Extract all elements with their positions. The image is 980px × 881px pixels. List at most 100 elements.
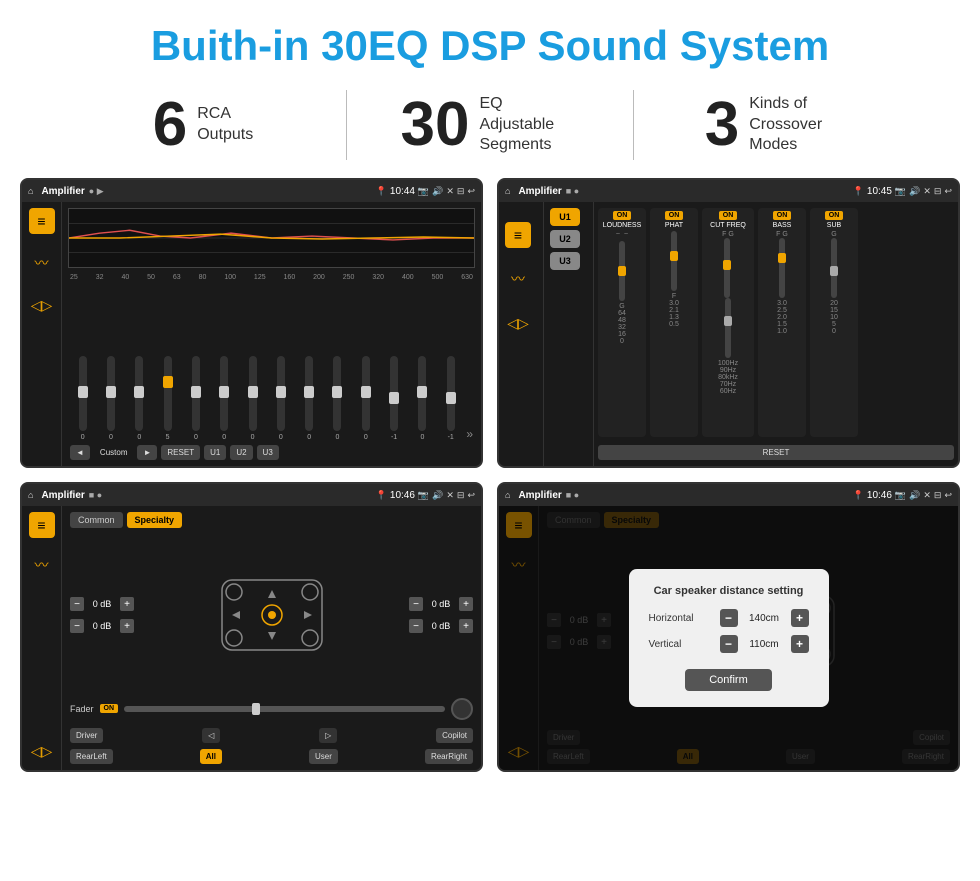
vertical-plus[interactable]: + xyxy=(791,635,809,653)
home-icon-3[interactable]: ⌂ xyxy=(28,490,33,500)
eq-reset-btn[interactable]: RESET xyxy=(161,445,200,460)
bass-slider[interactable] xyxy=(779,238,785,298)
eq-prev-btn[interactable]: ◄ xyxy=(70,445,90,460)
dialog-overlay[interactable]: Car speaker distance setting Horizontal … xyxy=(499,506,958,770)
close-icon-4[interactable]: ✕ xyxy=(923,490,931,501)
eq-sliders-container: 0 0 0 5 0 xyxy=(68,285,475,441)
phat-on[interactable]: ON xyxy=(665,211,684,220)
arrow-left-btn[interactable]: ◁ xyxy=(202,728,220,743)
db-plus-1[interactable]: + xyxy=(120,597,134,611)
confirm-button[interactable]: Confirm xyxy=(685,669,772,691)
time-3: 10:46 xyxy=(390,490,415,501)
bass-on[interactable]: ON xyxy=(773,211,792,220)
fader-knob[interactable] xyxy=(451,698,473,720)
eq-slider-9[interactable]: 0 xyxy=(325,356,350,441)
db-minus-3[interactable]: − xyxy=(409,597,423,611)
eq-slider-5[interactable]: 0 xyxy=(212,356,237,441)
window-icon-1[interactable]: ⊟ xyxy=(457,186,465,197)
close-icon-2[interactable]: ✕ xyxy=(923,186,931,197)
fader-slider[interactable] xyxy=(124,706,445,712)
eq-icon-3[interactable]: ≡ xyxy=(29,512,55,538)
window-icon-2[interactable]: ⊟ xyxy=(934,186,942,197)
eq-slider-4[interactable]: 0 xyxy=(183,356,208,441)
eq-slider-2[interactable]: 0 xyxy=(127,356,152,441)
all-btn[interactable]: All xyxy=(200,749,222,764)
cutfreq-slider-f[interactable] xyxy=(724,238,730,298)
driver-btn[interactable]: Driver xyxy=(70,728,103,743)
side-panel-1: ≡ 〰 ◁▷ xyxy=(22,202,62,466)
vol-icon-1: 🔊 xyxy=(432,186,443,197)
copilot-btn[interactable]: Copilot xyxy=(436,728,473,743)
vol-side-icon[interactable]: ◁▷ xyxy=(29,292,55,318)
u1-btn[interactable]: U1 xyxy=(550,208,580,226)
loudness-on[interactable]: ON xyxy=(613,211,632,220)
back-icon-2[interactable]: ↩ xyxy=(944,186,952,197)
cutfreq-slider-g[interactable] xyxy=(725,298,731,358)
db-plus-4[interactable]: + xyxy=(459,619,473,633)
cross-reset-btn[interactable]: RESET xyxy=(598,445,954,460)
eq-u1-btn[interactable]: U1 xyxy=(204,445,226,460)
vertical-minus[interactable]: − xyxy=(720,635,738,653)
sub-slider[interactable] xyxy=(831,238,837,298)
eq-icon[interactable]: ≡ xyxy=(29,208,55,234)
eq-slider-10[interactable]: 0 xyxy=(353,356,378,441)
cutfreq-on[interactable]: ON xyxy=(719,211,738,220)
wave-icon[interactable]: 〰 xyxy=(29,250,55,276)
eq-slider-8[interactable]: 0 xyxy=(297,356,322,441)
eq-slider-6[interactable]: 0 xyxy=(240,356,265,441)
db-plus-2[interactable]: + xyxy=(120,619,134,633)
rearright-btn[interactable]: RearRight xyxy=(425,749,473,764)
window-icon-3[interactable]: ⊟ xyxy=(457,490,465,501)
back-icon-1[interactable]: ↩ xyxy=(467,186,475,197)
arrow-right-btn[interactable]: ▷ xyxy=(319,728,337,743)
db-control-3: − 0 dB + xyxy=(409,597,473,611)
phat-slider[interactable] xyxy=(671,231,677,291)
fader-on-badge[interactable]: ON xyxy=(100,704,119,713)
page-title: Buith-in 30EQ DSP Sound System xyxy=(0,0,980,80)
vol-side-icon-3[interactable]: ◁▷ xyxy=(29,738,55,764)
eq-next-btn[interactable]: ► xyxy=(137,445,157,460)
horizontal-minus[interactable]: − xyxy=(720,609,738,627)
rearleft-btn[interactable]: RearLeft xyxy=(70,749,113,764)
distance-dialog: Car speaker distance setting Horizontal … xyxy=(629,569,829,707)
home-icon-2[interactable]: ⌂ xyxy=(505,186,510,196)
db-control-4: − 0 dB + xyxy=(409,619,473,633)
close-icon-3[interactable]: ✕ xyxy=(446,490,454,501)
home-icon-1[interactable]: ⌂ xyxy=(28,186,33,196)
db-minus-1[interactable]: − xyxy=(70,597,84,611)
loudness-slider[interactable] xyxy=(619,241,625,301)
eq-slider-11[interactable]: -1 xyxy=(381,356,406,441)
db-plus-3[interactable]: + xyxy=(459,597,473,611)
eq-preset-label: Custom xyxy=(94,445,134,460)
wave-icon-2[interactable]: 〰 xyxy=(505,266,531,292)
vol-icon-3: 🔊 xyxy=(432,490,443,501)
eq-slider-7[interactable]: 0 xyxy=(268,356,293,441)
eq-expand-btn[interactable]: » xyxy=(466,427,473,441)
eq-u3-btn[interactable]: U3 xyxy=(257,445,279,460)
tab-specialty[interactable]: Specialty xyxy=(127,512,183,528)
vertical-label: Vertical xyxy=(649,639,709,650)
eq-slider-3[interactable]: 5 xyxy=(155,356,180,441)
db-minus-4[interactable]: − xyxy=(409,619,423,633)
horizontal-plus[interactable]: + xyxy=(791,609,809,627)
db-minus-2[interactable]: − xyxy=(70,619,84,633)
eq-slider-12[interactable]: 0 xyxy=(410,356,435,441)
back-icon-4[interactable]: ↩ xyxy=(944,490,952,501)
wave-icon-3[interactable]: 〰 xyxy=(29,552,55,578)
back-icon-3[interactable]: ↩ xyxy=(467,490,475,501)
window-icon-4[interactable]: ⊟ xyxy=(934,490,942,501)
eq-slider-13[interactable]: -1 xyxy=(438,356,463,441)
close-icon-1[interactable]: ✕ xyxy=(446,186,454,197)
eq-slider-0[interactable]: 0 xyxy=(70,356,95,441)
sub-on[interactable]: ON xyxy=(825,211,844,220)
eq-slider-1[interactable]: 0 xyxy=(98,356,123,441)
eq-icon-2[interactable]: ≡ xyxy=(505,222,531,248)
tab-common[interactable]: Common xyxy=(70,512,123,528)
u3-btn[interactable]: U3 xyxy=(550,252,580,270)
user-btn[interactable]: User xyxy=(309,749,338,764)
horizontal-value: 140cm xyxy=(742,613,787,624)
eq-u2-btn[interactable]: U2 xyxy=(230,445,252,460)
home-icon-4[interactable]: ⌂ xyxy=(505,490,510,500)
vol-side-icon-2[interactable]: ◁▷ xyxy=(505,310,531,336)
u2-btn[interactable]: U2 xyxy=(550,230,580,248)
